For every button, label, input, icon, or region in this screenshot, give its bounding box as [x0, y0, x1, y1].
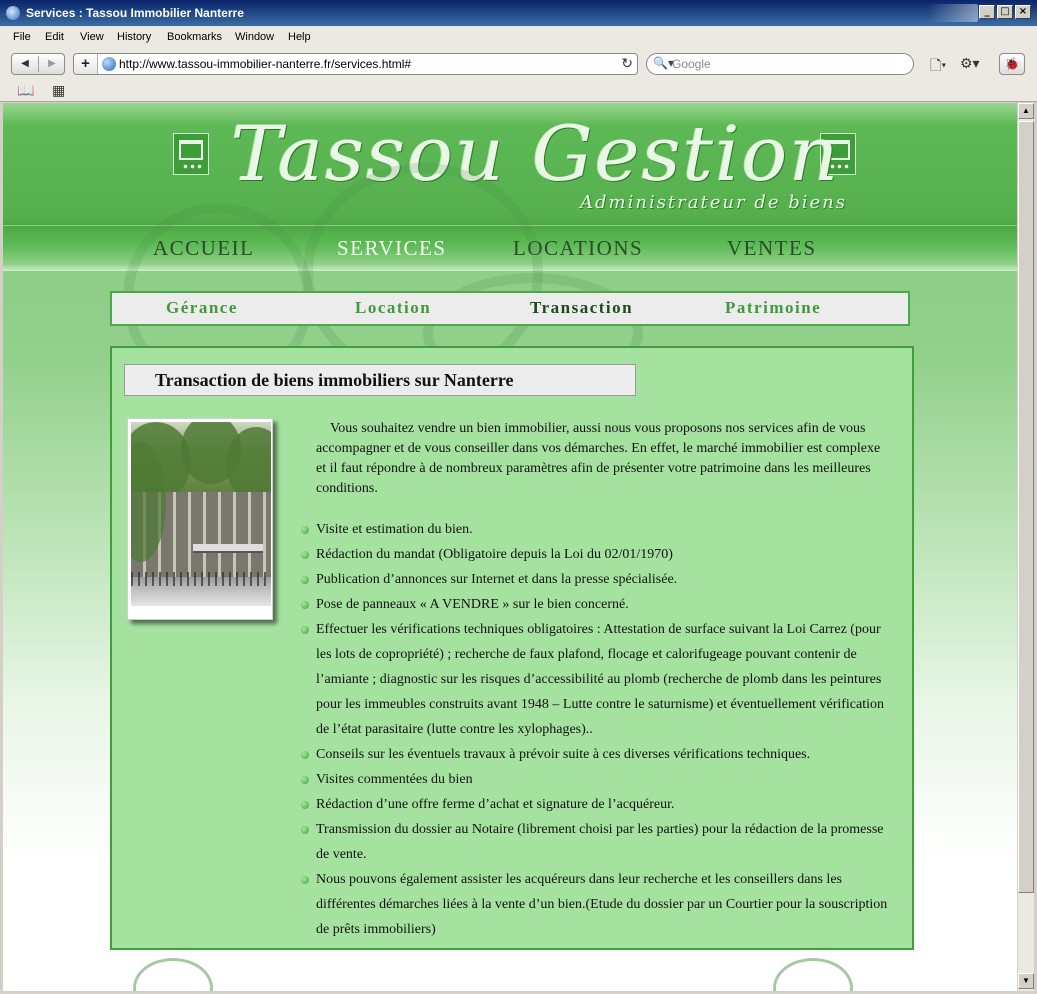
street-photo-image: [131, 422, 271, 606]
list-item: Transmission du dossier au Notaire (libr…: [300, 817, 890, 867]
building-photo: [127, 418, 273, 620]
content-panel: Transaction de biens immobiliers sur Nan…: [110, 346, 914, 950]
intro-paragraph: Vous souhaitez vendre un bien immobilier…: [316, 419, 886, 499]
crest-dots: [182, 164, 202, 169]
scroll-down-arrow[interactable]: ▼: [1018, 973, 1034, 989]
url-text[interactable]: http://www.tassou-immobilier-nanterre.fr…: [119, 57, 411, 71]
nav-ventes[interactable]: VENTES: [727, 236, 817, 261]
address-bar[interactable]: + http://www.tassou-immobilier-nanterre.…: [73, 53, 638, 75]
page-title: Transaction de biens immobiliers sur Nan…: [155, 370, 514, 390]
subnav-patrimoine[interactable]: Patrimoine: [725, 298, 821, 318]
bullet-icon: [301, 551, 309, 559]
list-item-text: Conseils sur les éventuels travaux à pré…: [316, 747, 811, 762]
close-button[interactable]: ×: [1015, 5, 1031, 19]
top-sites-grid-icon[interactable]: ▦: [52, 82, 65, 99]
browser-app-icon: [6, 6, 20, 20]
bullet-icon: [301, 801, 309, 809]
menu-bookmarks[interactable]: Bookmarks: [167, 31, 222, 43]
list-item-text: Visites commentées du bien: [316, 772, 473, 787]
list-item-text: Effectuer les vérifications techniques o…: [316, 622, 884, 737]
subnav-transaction[interactable]: Transaction: [530, 298, 633, 318]
bullet-icon: [301, 626, 309, 634]
street-people: [131, 572, 271, 586]
menu-file[interactable]: File: [13, 31, 31, 43]
menu-edit[interactable]: Edit: [45, 31, 64, 43]
bullet-icon: [301, 526, 309, 534]
bullet-icon: [301, 576, 309, 584]
cafe-awning: [193, 544, 263, 553]
vertical-scrollbar[interactable]: ▲ ▼: [1017, 103, 1034, 991]
site-logo-title[interactable]: Tassou Gestion: [231, 109, 840, 198]
window-title: Services : Tassou Immobilier Nanterre: [26, 6, 244, 20]
titlebar-decoration: [928, 4, 978, 22]
list-item: Visites commentées du bien: [300, 767, 890, 792]
crest-left-logo: [173, 133, 209, 175]
globe-icon: [102, 57, 116, 71]
list-item-text: Nous pouvons également assister les acqu…: [316, 872, 888, 937]
scrollbar-thumb[interactable]: [1018, 121, 1034, 893]
sub-navigation: Gérance Location Transaction Patrimoine: [110, 291, 910, 326]
maximize-button[interactable]: □: [997, 5, 1013, 19]
subnav-gerance[interactable]: Gérance: [166, 298, 238, 318]
reload-button[interactable]: ↻: [621, 55, 633, 72]
scroll-up-arrow[interactable]: ▲: [1018, 103, 1034, 119]
bullet-icon: [301, 601, 309, 609]
list-item: Conseils sur les éventuels travaux à pré…: [300, 742, 890, 767]
forward-button[interactable]: ▶: [39, 54, 65, 74]
site-logo-subtitle: Administrateur de biens: [580, 192, 847, 213]
list-item: Visite et estimation du bien.: [300, 517, 890, 542]
menu-history[interactable]: History: [117, 31, 151, 43]
bullet-icon: [301, 876, 309, 884]
search-input[interactable]: [672, 57, 902, 71]
menu-view[interactable]: View: [80, 31, 104, 43]
search-icon[interactable]: 🔍▾: [653, 56, 674, 70]
list-item: Nous pouvons également assister les acqu…: [300, 867, 890, 942]
subnav-location[interactable]: Location: [355, 298, 431, 318]
bug-report-button[interactable]: 🐞: [999, 53, 1025, 75]
page-menu-icon[interactable]: 🗋▾: [930, 55, 946, 79]
back-button[interactable]: ◀: [12, 54, 38, 74]
bullet-icon: [301, 826, 309, 834]
list-item-text: Rédaction d’une offre ferme d’achat et s…: [316, 797, 675, 812]
reading-list-icon[interactable]: 📖: [17, 82, 34, 99]
bullet-icon: [301, 751, 309, 759]
settings-gear-icon[interactable]: ⚙▾: [960, 55, 980, 72]
list-item-text: Publication d’annonces sur Internet et d…: [316, 572, 678, 587]
browser-toolbar: ◀ ▶ + http://www.tassou-immobilier-nante…: [0, 48, 1037, 80]
minimize-button[interactable]: _: [979, 5, 995, 19]
heading-box: Transaction de biens immobiliers sur Nan…: [124, 364, 636, 396]
list-item: Rédaction d’une offre ferme d’achat et s…: [300, 792, 890, 817]
list-item-text: Rédaction du mandat (Obligatoire depuis …: [316, 547, 673, 562]
list-item: Rédaction du mandat (Obligatoire depuis …: [300, 542, 890, 567]
intro-text: Vous souhaitez vendre un bien immobilier…: [316, 421, 881, 496]
list-item-text: Transmission du dossier au Notaire (libr…: [316, 822, 884, 862]
nav-buttons: ◀ ▶: [11, 53, 65, 75]
menu-help[interactable]: Help: [288, 31, 311, 43]
menu-bar: File Edit View History Bookmarks Window …: [0, 26, 1037, 48]
bookmarks-bar: 📖 ▦: [0, 80, 1037, 102]
add-bookmark-button[interactable]: +: [74, 54, 98, 74]
list-item-text: Pose de panneaux « A VENDRE » sur le bie…: [316, 597, 629, 612]
footer-ornament-left: [133, 958, 213, 991]
services-list: Visite et estimation du bien. Rédaction …: [300, 517, 890, 942]
footer-ornament-right: [773, 958, 853, 991]
castle-icon: [179, 140, 203, 160]
bullet-icon: [301, 776, 309, 784]
page-viewport: Tassou Gestion Administrateur de biens A…: [3, 103, 1017, 991]
menu-window[interactable]: Window: [235, 31, 274, 43]
search-box[interactable]: 🔍▾: [646, 53, 914, 75]
list-item: Effectuer les vérifications techniques o…: [300, 617, 890, 742]
window-titlebar: Services : Tassou Immobilier Nanterre _ …: [0, 0, 1037, 26]
list-item-text: Visite et estimation du bien.: [316, 522, 473, 537]
list-item: Publication d’annonces sur Internet et d…: [300, 567, 890, 592]
list-item: Pose de panneaux « A VENDRE » sur le bie…: [300, 592, 890, 617]
